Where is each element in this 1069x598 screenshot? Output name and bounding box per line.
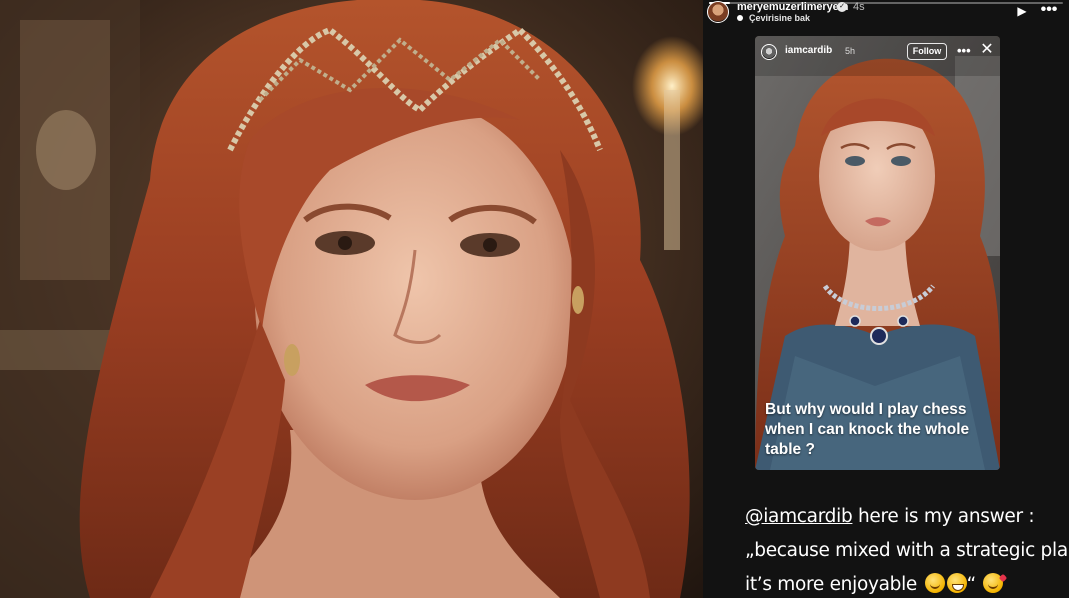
story-header: meryemuzerlimeryem ✓ 4s Çevirisine bak ▶… [703, 0, 1069, 30]
shared-story-caption: But why would I play chess when I can kn… [765, 401, 970, 458]
kiss-emoji-icon [983, 573, 1004, 593]
smirk-emoji-icon [924, 573, 945, 593]
follow-button[interactable]: Follow [907, 43, 947, 60]
shared-story-header: iamcardib 5h Follow ••• ✕ [755, 36, 1000, 68]
mention-link[interactable]: @iamcardib [745, 506, 853, 527]
shared-story-card[interactable]: iamcardib 5h Follow ••• ✕ But why would … [755, 36, 1000, 470]
instagram-story-panel: meryemuzerlimeryem ✓ 4s Çevirisine bak ▶… [703, 0, 1069, 598]
shared-story-timestamp: 5h [845, 46, 856, 56]
shared-more-icon[interactable]: ••• [957, 43, 971, 58]
story-answer-text: @iamcardib here is my answer : „because … [745, 506, 1069, 595]
shared-story-username[interactable]: iamcardib [785, 45, 832, 56]
story-username[interactable]: meryemuzerlimeryem [737, 1, 848, 13]
portrait-photo [0, 0, 703, 598]
more-options-icon[interactable]: ••• [1039, 2, 1059, 18]
see-translation-link[interactable]: Çevirisine bak [749, 13, 810, 23]
translate-icon [737, 15, 743, 21]
play-icon[interactable]: ▶ [1015, 4, 1029, 18]
shared-story-avatar[interactable] [761, 44, 777, 60]
close-icon[interactable]: ✕ [979, 42, 995, 58]
grin-emoji-icon [946, 573, 967, 593]
verified-badge-icon: ✓ [837, 2, 847, 12]
story-timestamp: 4s [853, 1, 865, 13]
story-avatar[interactable] [707, 1, 729, 23]
